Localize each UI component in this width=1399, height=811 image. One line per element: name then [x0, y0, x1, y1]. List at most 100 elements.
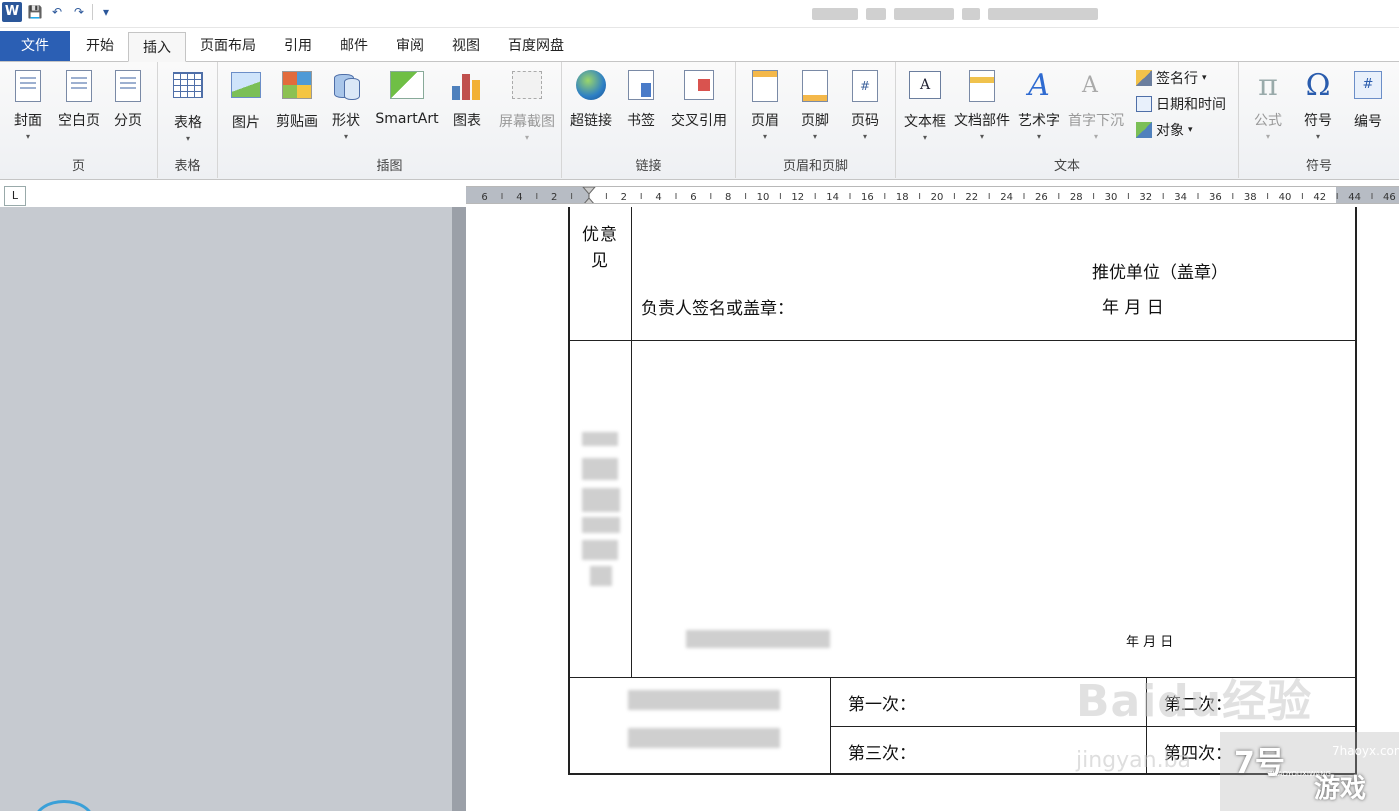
ruler-number: 34	[1174, 192, 1187, 203]
ruler-number: 10	[757, 192, 770, 203]
tab-baidu-netdisk[interactable]: 百度网盘	[494, 31, 578, 61]
blank-page-icon	[66, 70, 92, 102]
text-box-icon: A	[909, 71, 941, 99]
footer-button[interactable]: 页脚 ▾	[790, 68, 840, 148]
tab-mailings[interactable]: 邮件	[326, 31, 382, 61]
cross-reference-icon	[684, 70, 714, 100]
bookmark-button[interactable]: 书签	[616, 68, 666, 148]
tab-references[interactable]: 引用	[270, 31, 326, 61]
tab-file[interactable]: 文件	[0, 31, 70, 61]
ruler-number: 4	[655, 192, 661, 203]
qat-separator	[92, 4, 93, 20]
group-text: A 文本框 ▾ 文档部件 ▾ A 艺术字 ▾ A 首字下沉 ▾ 签名行 ▾ 日期…	[896, 62, 1239, 178]
signature-line-button[interactable]: 签名行 ▾	[1136, 68, 1207, 88]
number-button[interactable]: # 编号	[1343, 68, 1393, 148]
table-button[interactable]: 表格 ▾	[163, 68, 213, 148]
cover-page-icon	[15, 70, 41, 102]
date-small: 年 月 日	[1126, 635, 1174, 650]
cover-page-button[interactable]: 封面 ▾	[3, 68, 53, 148]
unit-seal-text: 推优单位（盖章）	[1092, 263, 1228, 283]
game-site-watermark: 7号 7haoyx.com 7HAOYOUXIWANG 游戏	[1220, 732, 1399, 811]
blurred-row-label	[628, 728, 780, 748]
quick-access-toolbar: W 💾 ↶ ↷ ▾	[2, 2, 115, 22]
ruler-number: 26	[1035, 192, 1048, 203]
group-tables: 表格 ▾ 表格	[158, 62, 218, 178]
table-icon	[173, 72, 203, 98]
ruler-ticks: 6 4 2 2 4 6 8 10 12 14 16 18 20 22 24 26 28 30 32 34 36 38 40 4…	[481, 187, 1396, 203]
text-box-button[interactable]: A 文本框 ▾	[900, 68, 950, 148]
title-bar: W 💾 ↶ ↷ ▾	[0, 0, 1399, 28]
ruler-number: 6	[481, 192, 487, 203]
ruler-number: 28	[1070, 192, 1083, 203]
bookmark-icon	[628, 70, 654, 100]
ruler-number: 6	[690, 192, 696, 203]
smartart-button[interactable]: SmartArt	[373, 68, 441, 148]
ruler-number: 42	[1313, 192, 1326, 203]
ruler-number: 46	[1383, 192, 1396, 203]
drop-cap-button[interactable]: A 首字下沉 ▾	[1068, 68, 1124, 148]
smartart-icon	[390, 71, 424, 99]
header-button[interactable]: 页眉 ▾	[740, 68, 790, 148]
page-number-button[interactable]: # 页码 ▾	[840, 68, 890, 148]
equation-button[interactable]: π 公式 ▾	[1243, 68, 1293, 148]
save-icon[interactable]: 💾	[26, 3, 44, 21]
clip-art-button[interactable]: 剪贴画	[272, 68, 322, 148]
customize-qat-icon[interactable]: ▾	[97, 3, 115, 21]
chart-button[interactable]: 图表	[442, 68, 492, 148]
blank-page-button[interactable]: 空白页	[54, 68, 104, 148]
picture-icon	[231, 72, 261, 98]
symbol-icon: Ω	[1305, 68, 1331, 103]
screenshot-button[interactable]: 屏幕截图 ▾	[494, 68, 560, 148]
picture-button[interactable]: 图片	[221, 68, 271, 148]
group-label-header-footer: 页眉和页脚	[782, 159, 848, 174]
cross-reference-button[interactable]: 交叉引用	[668, 68, 730, 148]
wordart-button[interactable]: A 艺术字 ▾	[1014, 68, 1064, 148]
cell-label-char-3: 见	[591, 251, 608, 271]
page-break-button[interactable]: 分页	[103, 68, 153, 148]
ruler-number: 36	[1209, 192, 1222, 203]
blurred-label	[582, 540, 618, 560]
hyperlink-button[interactable]: 超链接	[566, 68, 616, 148]
tab-selector[interactable]: L	[4, 186, 26, 206]
first-attempt-label: 第一次：	[848, 695, 916, 715]
ruler-number: 32	[1139, 192, 1152, 203]
quick-parts-icon	[969, 70, 995, 102]
undo-icon[interactable]: ↶	[48, 3, 66, 21]
word-logo-icon[interactable]: W	[2, 2, 22, 22]
object-icon	[1136, 122, 1152, 138]
date-time-button[interactable]: 日期和时间	[1136, 94, 1226, 114]
tab-page-layout[interactable]: 页面布局	[186, 31, 270, 61]
tab-home[interactable]: 开始	[72, 31, 128, 61]
table-col-divider-1	[631, 207, 632, 677]
ruler-number: 12	[791, 192, 804, 203]
quick-parts-button[interactable]: 文档部件 ▾	[954, 68, 1010, 148]
shapes-button[interactable]: 形状 ▾	[321, 68, 371, 148]
window-title-blurred	[812, 8, 1098, 20]
page-number-icon: #	[852, 70, 878, 102]
vertical-ruler-strip	[452, 207, 466, 811]
signature-line-icon	[1136, 70, 1152, 86]
blurred-label	[582, 458, 618, 480]
ruler-number: 38	[1244, 192, 1257, 203]
footer-icon	[802, 70, 828, 102]
third-attempt-label: 第三次：	[848, 744, 916, 764]
object-button[interactable]: 对象 ▾	[1136, 120, 1193, 140]
left-gray-area	[0, 207, 452, 811]
equation-icon: π	[1258, 68, 1278, 103]
shapes-icon	[332, 70, 360, 100]
redo-icon[interactable]: ↷	[70, 3, 88, 21]
tab-insert[interactable]: 插入	[128, 32, 186, 62]
blurred-label	[582, 432, 618, 446]
ruler-number: 20	[931, 192, 944, 203]
ruler-number: 44	[1348, 192, 1361, 203]
group-links: 超链接 书签 交叉引用 链接	[562, 62, 736, 178]
page-break-icon	[115, 70, 141, 102]
screenshot-icon	[512, 71, 542, 99]
horizontal-ruler[interactable]: 6 4 2 2 4 6 8 10 12 14 16 18 20 22 24 26 28 30 32 34 36 38 40 4…	[466, 186, 1399, 204]
wordart-icon: A	[1028, 68, 1050, 103]
symbol-button[interactable]: Ω 符号 ▾	[1293, 68, 1343, 148]
tab-view[interactable]: 视图	[438, 31, 494, 61]
group-label-tables: 表格	[174, 159, 201, 174]
tab-review[interactable]: 审阅	[382, 31, 438, 61]
drop-cap-icon: A	[1082, 73, 1098, 98]
